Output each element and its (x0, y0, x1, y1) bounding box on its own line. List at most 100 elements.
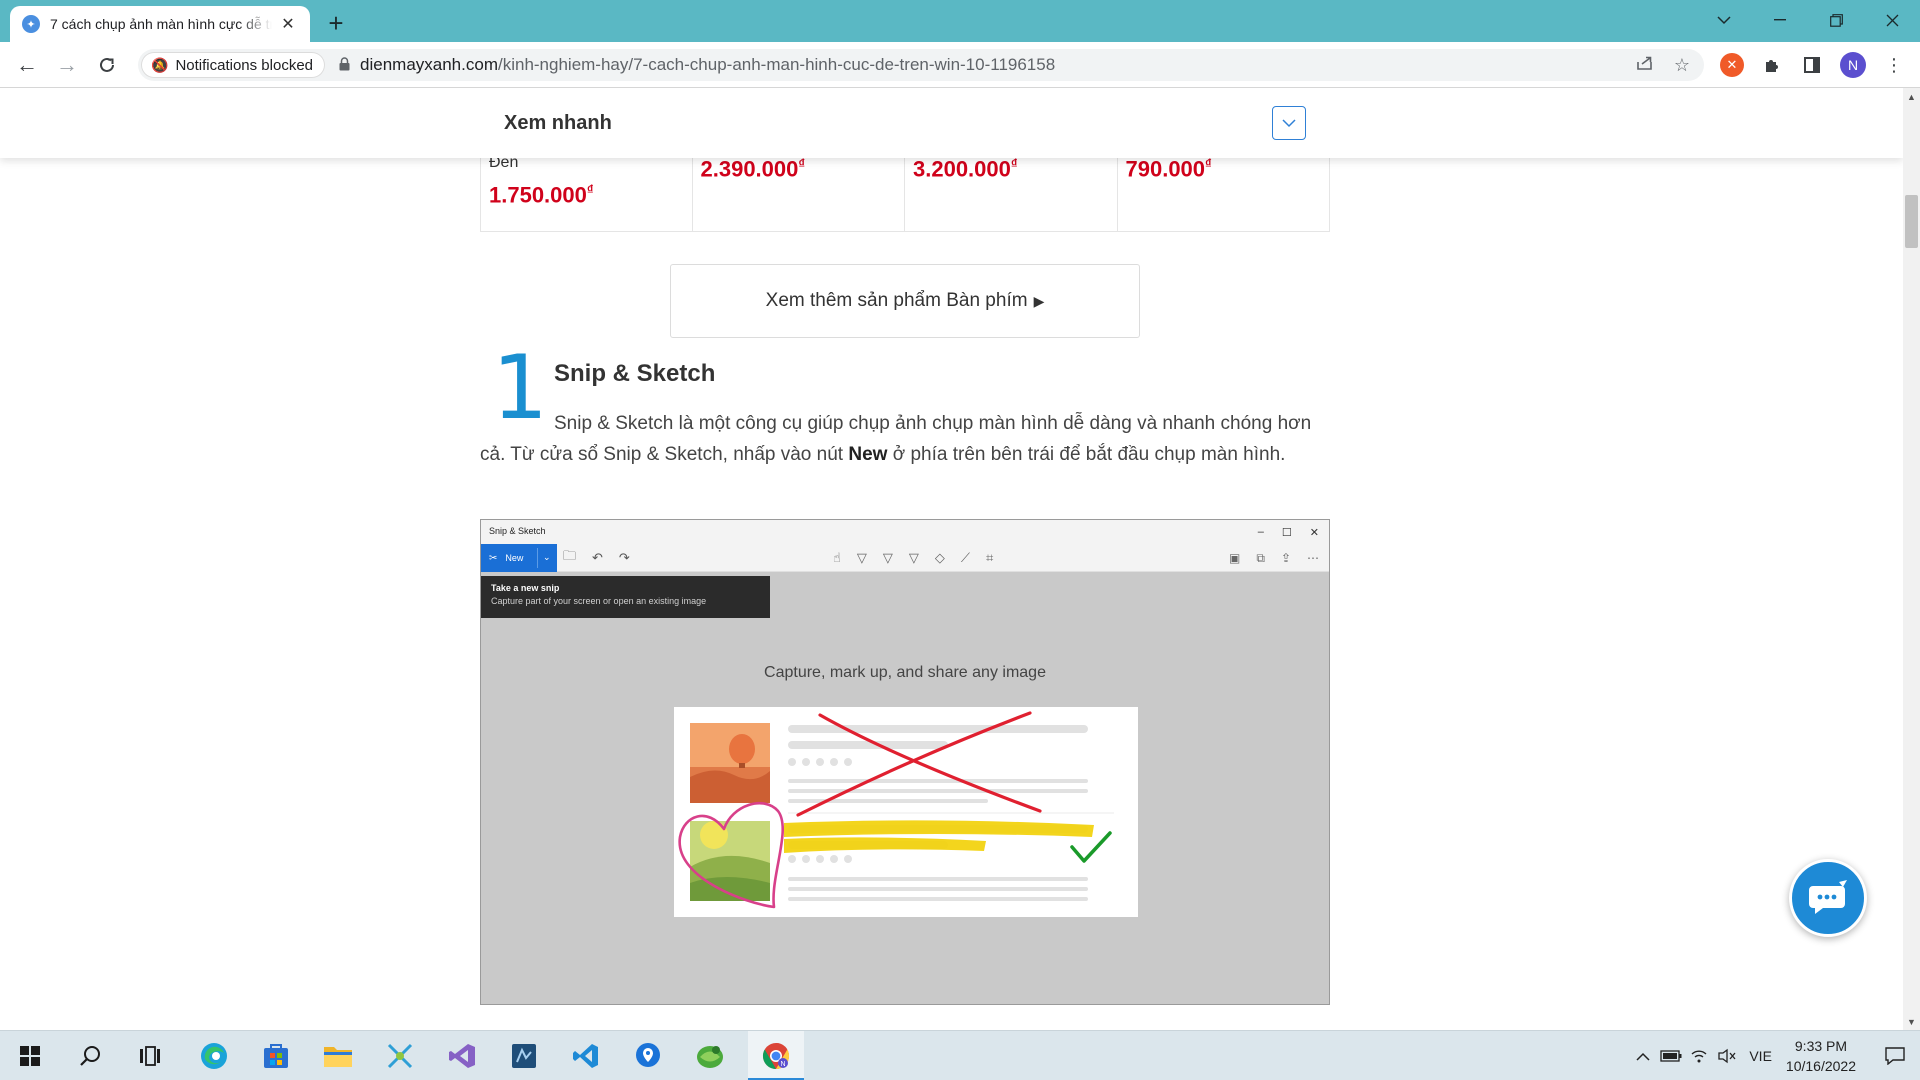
snip-more-icon: ⋯ (1307, 551, 1319, 565)
quick-view-bar: Xem nhanh (0, 88, 1903, 158)
maps-pin-icon[interactable] (624, 1031, 672, 1080)
step-title: Snip & Sketch (554, 360, 716, 387)
snip-markup-illustration (674, 707, 1138, 917)
close-window-icon[interactable] (1864, 0, 1920, 40)
snip-crop-icon: ⌗ (986, 550, 994, 565)
snip-window-controls: – ☐ ✕ (1258, 520, 1325, 544)
profile-avatar[interactable]: N (1840, 52, 1866, 78)
bookmark-star-icon[interactable]: ☆ (1674, 55, 1690, 76)
chat-support-button[interactable] (1789, 859, 1867, 937)
product-card[interactable]: 2.390.000₫ (693, 148, 905, 232)
sql-server-icon[interactable] (500, 1031, 548, 1080)
address-bar[interactable]: 🔕 Notifications blocked dienmayxanh.com/… (138, 49, 1704, 81)
scroll-thumb[interactable] (1905, 195, 1918, 248)
lock-icon[interactable] (339, 56, 350, 74)
minimize-icon[interactable] (1752, 0, 1808, 40)
search-icon[interactable] (66, 1031, 114, 1080)
snip-maximize-icon: ☐ (1281, 526, 1292, 539)
snip-close-icon: ✕ (1309, 526, 1319, 539)
vscode-icon[interactable] (562, 1031, 610, 1080)
window-controls (1696, 0, 1920, 40)
notification-center-icon[interactable] (1878, 1031, 1912, 1080)
snip-minimize-icon: – (1257, 526, 1264, 538)
tab-title: 7 cách chụp ảnh màn hình cực dễ trên Win… (50, 16, 272, 32)
browser-tab-bar: ✦ 7 cách chụp ảnh màn hình cực dễ trên W… (0, 0, 1920, 42)
notifications-blocked-label: Notifications blocked (175, 56, 314, 74)
chat-bubble-icon (1809, 880, 1847, 914)
extensions-puzzle-icon[interactable] (1760, 53, 1784, 77)
product-price: 2.390.000₫ (700, 156, 806, 182)
snip-touch-write-icon: ☝ (833, 550, 841, 565)
scroll-up-arrow-icon[interactable]: ▲ (1903, 88, 1920, 105)
site-favicon-icon: ✦ (22, 15, 40, 33)
new-tab-icon[interactable]: + (322, 9, 350, 37)
see-more-label: Xem thêm sản phẩm Bàn phím (765, 290, 1028, 311)
side-panel-icon[interactable] (1800, 53, 1824, 77)
tray-chevron-up-icon[interactable] (1629, 1031, 1657, 1080)
system-tray: VIE 9:33 PM 10/16/2022 (1629, 1031, 1920, 1080)
tab-close-icon[interactable]: ✕ (278, 14, 298, 34)
snip-window-title: Snip & Sketch (481, 520, 1329, 544)
scroll-down-arrow-icon[interactable]: ▼ (1903, 1013, 1920, 1030)
snip-save-icon: ▣ (1229, 551, 1241, 565)
tab-search-icon[interactable] (1696, 0, 1752, 40)
share-icon[interactable] (1636, 55, 1654, 76)
snip-new-button: ✂ New ⌄ (481, 544, 557, 572)
clock-date: 10/16/2022 (1785, 1058, 1856, 1074)
snip-ruler-icon: ⟋ (960, 550, 971, 565)
quick-view-toggle-chevron-icon[interactable] (1272, 106, 1306, 140)
snip-sketch-screenshot: Snip & Sketch – ☐ ✕ ✂ New ⌄ 🗀 ↶ ↷ ☝ ▽ ▽ … (480, 519, 1330, 1005)
snip-undo-icon: ↶ (592, 550, 603, 565)
back-arrow-icon[interactable]: ← (10, 49, 44, 81)
product-card[interactable]: 790.000₫ (1118, 148, 1330, 232)
task-view-icon[interactable] (126, 1031, 174, 1080)
microsoft-store-icon[interactable] (252, 1031, 300, 1080)
page-scrollbar[interactable]: ▲ ▼ (1903, 88, 1920, 1030)
volume-muted-icon[interactable] (1713, 1031, 1741, 1080)
visual-studio-icon[interactable] (438, 1031, 486, 1080)
product-card[interactable]: 3.200.000₫ (905, 148, 1118, 232)
extension-orange-icon[interactable]: ✕ (1720, 53, 1744, 77)
browser-tab-active[interactable]: ✦ 7 cách chụp ảnh màn hình cực dễ trên W… (10, 6, 310, 42)
tooltip-subtitle: Capture part of your screen or open an e… (491, 596, 707, 606)
forward-arrow-icon[interactable]: → (50, 49, 84, 81)
chrome-taskbar-icon[interactable]: N (748, 1031, 804, 1080)
taskbar-clock[interactable]: 9:33 PM 10/16/2022 (1786, 1036, 1856, 1076)
snip-highlighter-icon: ▽ (908, 550, 919, 565)
product-price: 790.000₫ (1125, 156, 1212, 182)
clock-time: 9:33 PM (1794, 1038, 1848, 1054)
snip-redo-icon: ↷ (618, 550, 630, 565)
product-card[interactable]: Đen 1.750.000₫ (480, 148, 693, 232)
browser-toolbar: ← → 🔕 Notifications blocked dienmayxanh.… (0, 42, 1920, 88)
snip-caption: Capture, mark up, and share any image (764, 664, 1046, 681)
app-icon-arrows[interactable] (376, 1031, 424, 1080)
snip-toolbar: ✂ New ⌄ 🗀 ↶ ↷ ☝ ▽ ▽ ▽ ◇ ⟋ ⌗ ▣ ⧉ ⇪ ⋯ (481, 544, 1329, 572)
restore-icon[interactable] (1808, 0, 1864, 40)
snip-share-icon: ⇪ (1280, 551, 1291, 565)
input-language[interactable]: VIE (1749, 1048, 1772, 1064)
product-price: 3.200.000₫ (913, 156, 1018, 182)
url-text: dienmayxanh.com/kinh-nghiem-hay/7-cach-c… (360, 55, 1055, 75)
url-path: /kinh-nghiem-hay/7-cach-chup-anh-man-hin… (497, 55, 1056, 74)
svg-text:N: N (780, 1061, 785, 1068)
green-app-icon[interactable] (686, 1031, 734, 1080)
reload-icon[interactable] (90, 49, 124, 81)
battery-icon[interactable] (1657, 1031, 1685, 1080)
file-explorer-icon[interactable] (314, 1031, 362, 1080)
wifi-icon[interactable] (1685, 1031, 1713, 1080)
notifications-blocked-chip[interactable]: 🔕 Notifications blocked (141, 52, 326, 78)
windows-taskbar: N VIE 9:33 PM 10/16/2022 (0, 1030, 1920, 1080)
snip-new-label: New (505, 553, 524, 563)
snip-copy-icon: ⧉ (1256, 550, 1265, 565)
bell-off-icon: 🔕 (151, 56, 169, 73)
start-windows-icon[interactable] (6, 1031, 54, 1080)
snip-pen-icon: ▽ (856, 550, 867, 565)
edge-browser-icon[interactable] (190, 1031, 238, 1080)
browser-menu-icon[interactable]: ⋮ (1882, 53, 1906, 77)
snip-icon: ✂ (489, 552, 498, 564)
see-more-keyboards-button[interactable]: Xem thêm sản phẩm Bàn phím ▶ (670, 264, 1140, 338)
product-row: Đen 1.750.000₫ 2.390.000₫ 3.200.000₫ 790… (480, 148, 1330, 232)
tooltip-title: Take a new snip (491, 583, 560, 593)
snip-chevron-icon: ⌄ (543, 552, 551, 562)
snip-tooltip: Take a new snip Capture part of your scr… (481, 576, 770, 618)
